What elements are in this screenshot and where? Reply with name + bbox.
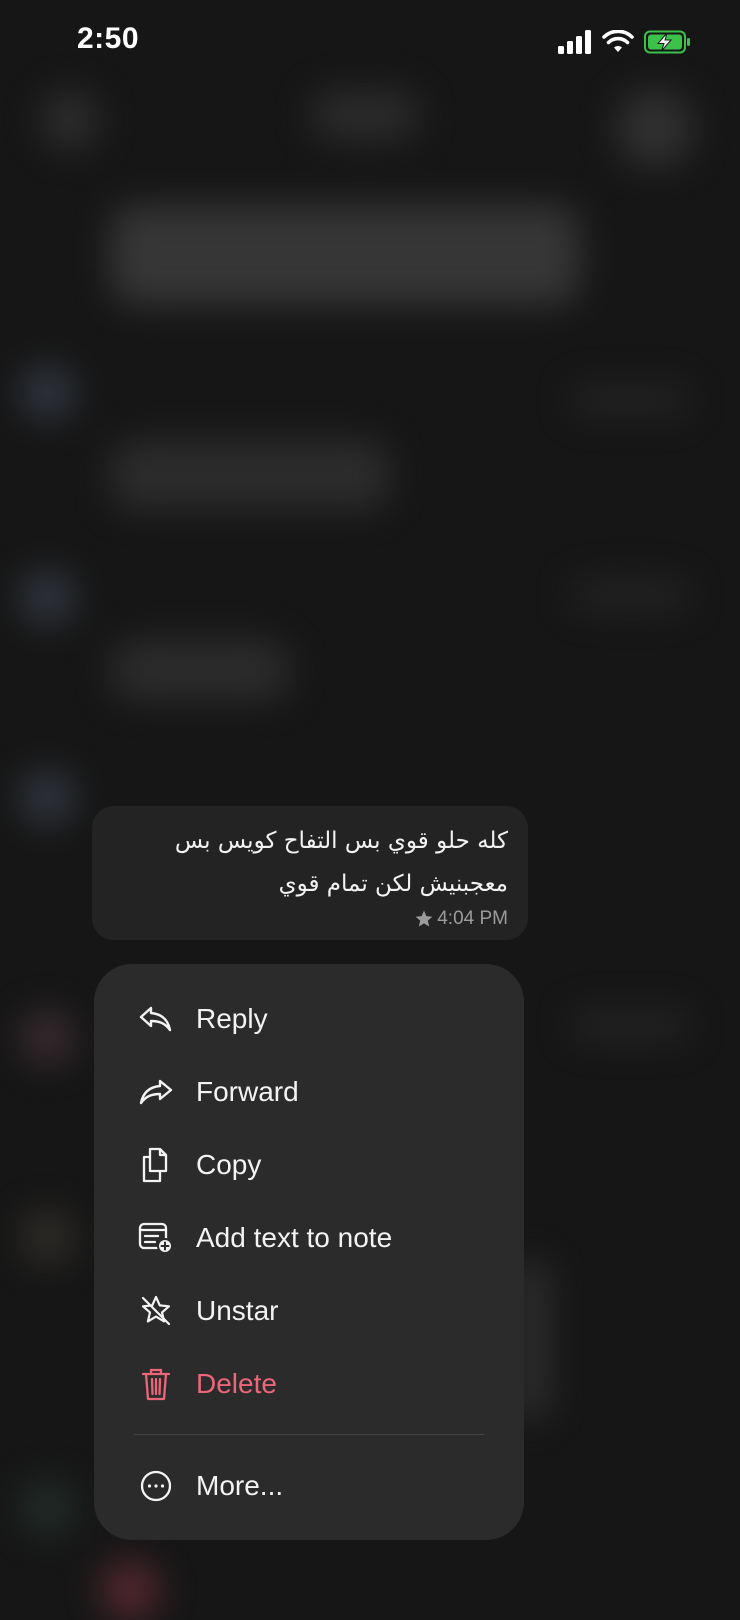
signal-icon xyxy=(558,30,591,54)
message-text: كله حلو قوي بس التفاح كويس بس معجبنيش لك… xyxy=(174,828,508,897)
status-icons xyxy=(558,28,692,56)
menu-item-label: Reply xyxy=(196,1002,268,1034)
menu-divider xyxy=(134,1434,484,1435)
unstar-icon xyxy=(138,1293,174,1329)
menu-item-label: Delete xyxy=(196,1367,277,1399)
menu-item-reply[interactable]: Reply xyxy=(94,982,524,1055)
message-time: 4:04 PM xyxy=(437,908,508,929)
forward-icon xyxy=(138,1074,174,1110)
menu-item-label: Unstar xyxy=(196,1294,279,1326)
menu-item-forward[interactable]: Forward xyxy=(94,1055,524,1128)
message-meta: 4:04 PM xyxy=(414,908,508,930)
star-icon xyxy=(415,910,433,927)
menu-item-label: Forward xyxy=(196,1075,299,1107)
more-icon xyxy=(138,1468,174,1504)
menu-item-more[interactable]: More... xyxy=(94,1449,524,1522)
menu-item-delete[interactable]: Delete xyxy=(94,1347,524,1420)
menu-item-label: More... xyxy=(196,1469,284,1501)
menu-item-add-text-to-note[interactable]: Add text to note xyxy=(94,1201,524,1274)
menu-item-label: Add text to note xyxy=(196,1221,393,1253)
reply-icon xyxy=(138,1001,174,1037)
battery-charging-icon xyxy=(644,30,690,54)
menu-item-label: Copy xyxy=(196,1148,262,1180)
add-note-icon xyxy=(138,1220,174,1256)
copy-icon xyxy=(138,1147,174,1183)
message-bubble[interactable]: كله حلو قوي بس التفاح كويس بس معجبنيش لك… xyxy=(92,806,528,940)
status-time: 2:50 xyxy=(77,22,140,55)
message-context-menu: Reply Forward Copy Add text to note Unst… xyxy=(94,964,524,1540)
trash-icon xyxy=(138,1366,174,1402)
menu-item-copy[interactable]: Copy xyxy=(94,1128,524,1201)
menu-item-unstar[interactable]: Unstar xyxy=(94,1274,524,1347)
status-bar: 2:50 xyxy=(0,0,740,84)
wifi-icon xyxy=(602,30,634,52)
